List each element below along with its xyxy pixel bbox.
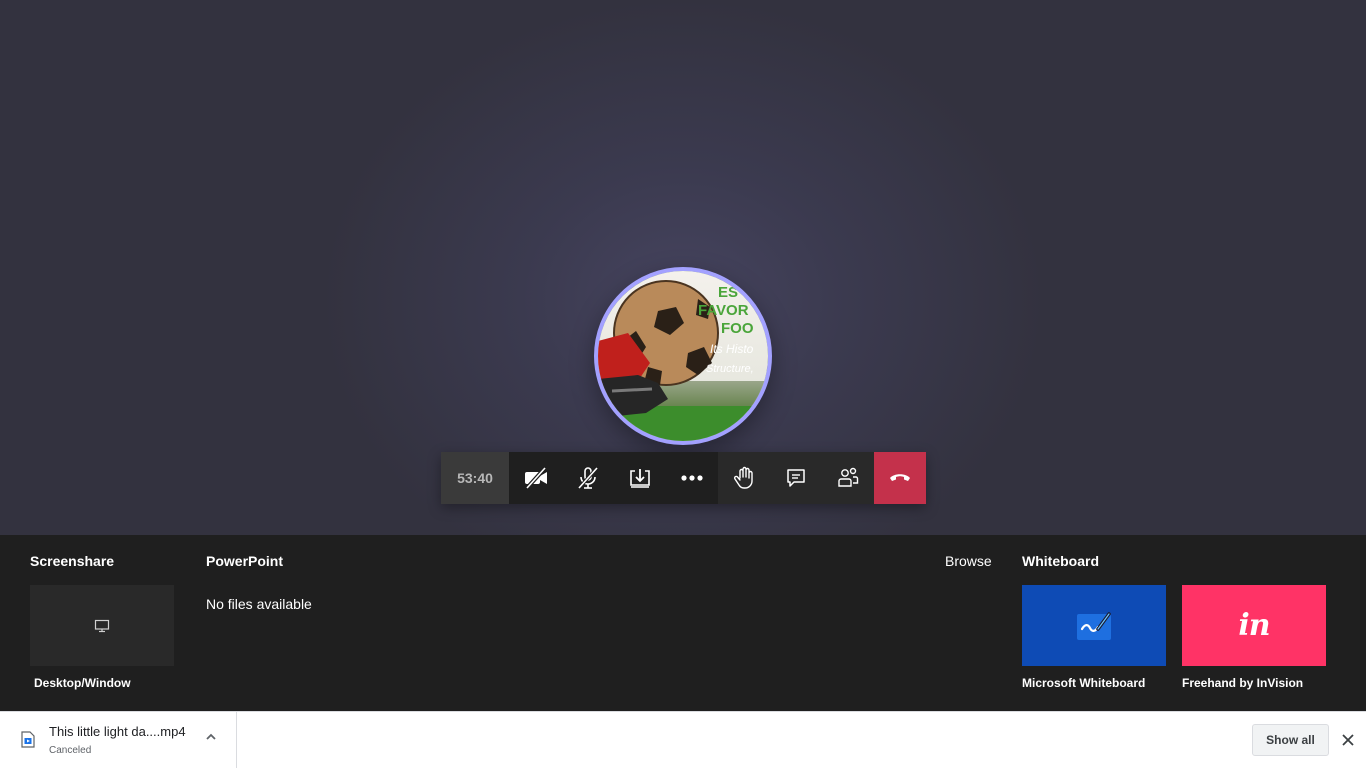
share-button[interactable]: [614, 452, 666, 504]
share-tray-icon: [630, 469, 650, 488]
whiteboard-app-icon: [1077, 611, 1111, 640]
meeting-controls: [718, 452, 874, 504]
more-actions-button[interactable]: [666, 452, 718, 504]
screenshare-heading: Screenshare: [30, 553, 115, 569]
chat-button[interactable]: [770, 452, 822, 504]
download-item[interactable]: This little light da....mp4 Canceled: [0, 712, 237, 768]
close-icon[interactable]: [1340, 732, 1356, 748]
freehand-invision-tile[interactable]: in: [1182, 585, 1326, 666]
freehand-invision-label: Freehand by InVision: [1182, 676, 1304, 690]
avatar-text-3: FOO: [721, 320, 754, 337]
download-file-name: This little light da....mp4: [49, 724, 186, 739]
chat-icon: [787, 469, 805, 487]
microsoft-whiteboard-tile[interactable]: [1022, 585, 1166, 666]
avatar-text-5: Structure,: [706, 363, 754, 375]
avatar-text-1: ES: [718, 284, 738, 301]
show-all-button[interactable]: Show all: [1252, 724, 1329, 756]
call-control-bar: 53:40: [441, 452, 926, 504]
download-bar: This little light da....mp4 Canceled Sho…: [0, 711, 1366, 768]
avatar-image: ES FAVOR FOO Its Histo Structure,: [598, 271, 768, 441]
more-dots-icon: [681, 475, 703, 481]
people-icon: [838, 467, 859, 487]
whiteboard-heading: Whiteboard: [1022, 553, 1099, 569]
invision-logo: in: [1238, 608, 1270, 643]
participant-avatar: ES FAVOR FOO Its Histo Structure,: [594, 267, 772, 445]
browse-button[interactable]: Browse: [945, 553, 992, 569]
camera-off-icon: [525, 467, 547, 489]
participants-button[interactable]: [822, 452, 874, 504]
camera-toggle-button[interactable]: [510, 452, 562, 504]
raise-hand-button[interactable]: [718, 452, 770, 504]
avatar-text-4: Its Histo: [710, 342, 754, 356]
call-stage: ES FAVOR FOO Its Histo Structure, 53:40: [0, 0, 1366, 535]
download-status: Canceled: [49, 745, 92, 756]
mic-toggle-button[interactable]: [562, 452, 614, 504]
monitor-icon: [94, 619, 110, 632]
chevron-up-icon[interactable]: [204, 732, 218, 742]
hang-up-button[interactable]: [874, 452, 926, 504]
media-controls: [510, 452, 718, 504]
hand-icon: [733, 466, 753, 489]
phone-hangup-icon: [890, 474, 910, 481]
desktop-window-tile[interactable]: [30, 585, 174, 666]
mic-muted-icon: [577, 466, 599, 490]
avatar-text-2: FAVOR: [698, 302, 749, 319]
video-file-icon: [21, 731, 35, 748]
desktop-window-label: Desktop/Window: [34, 676, 131, 690]
microsoft-whiteboard-label: Microsoft Whiteboard: [1022, 676, 1146, 690]
call-timer: 53:40: [441, 452, 510, 504]
share-tray: Screenshare Desktop/Window PowerPoint No…: [0, 535, 1366, 711]
no-files-message: No files available: [206, 596, 312, 612]
powerpoint-heading: PowerPoint: [206, 553, 284, 569]
